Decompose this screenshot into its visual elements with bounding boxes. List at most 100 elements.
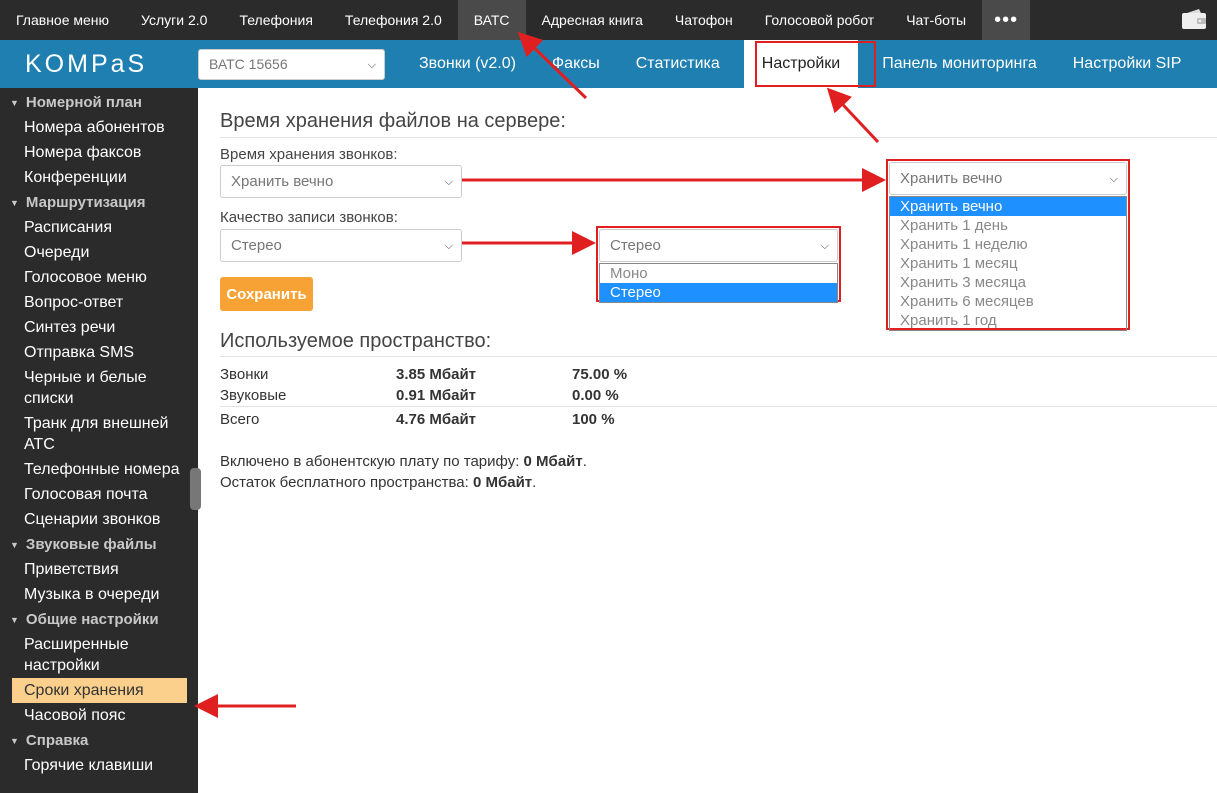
kompas-logo[interactable]: KOMPaS: [0, 40, 198, 88]
storage-option-forever[interactable]: Хранить вечно: [890, 197, 1126, 216]
sidebar-item-queues[interactable]: Очереди: [0, 240, 198, 265]
sidebar-section-sound-files[interactable]: ▼ Звуковые файлы: [0, 532, 198, 557]
quality-options-list: Моно Стерео: [599, 263, 838, 303]
storage-option-1-week[interactable]: Хранить 1 неделю: [890, 235, 1126, 254]
sidebar-section-numbering[interactable]: ▼ Номерной план: [0, 90, 198, 115]
sidebar-section-help[interactable]: ▼ Справка: [0, 728, 198, 753]
section-navigation-bar: KOMPaS ВАТС 15656 ⌵ Звонки (v2.0) Факсы …: [0, 40, 1217, 88]
sidebar: ▼ Номерной план Номера абонентов Номера ф…: [0, 88, 198, 793]
pbx-select-value: ВАТС 15656: [209, 56, 288, 72]
usage-percent: 100 %: [572, 411, 615, 428]
sidebar-item-fax-numbers[interactable]: Номера факсов: [0, 140, 198, 165]
remaining-value: 0 Мбайт: [472, 474, 533, 491]
topnav-main-menu[interactable]: Главное меню: [0, 0, 125, 40]
divider: [220, 137, 1217, 138]
divider: [220, 356, 1217, 357]
sidebar-item-timezone[interactable]: Часовой пояс: [0, 703, 198, 728]
chevron-down-icon: ⌵: [820, 240, 829, 252]
sidebar-section-label: Маршрутизация: [25, 194, 146, 211]
usage-size: 0.91 Мбайт: [396, 387, 477, 404]
topnav-address-book[interactable]: Адресная книга: [526, 0, 659, 40]
storage-options-list: Хранить вечно Хранить 1 день Хранить 1 н…: [889, 196, 1127, 331]
topnav-services[interactable]: Услуги 2.0: [125, 0, 223, 40]
storage-option-1-year[interactable]: Хранить 1 год: [890, 311, 1126, 330]
sidebar-item-schedules[interactable]: Расписания: [0, 215, 198, 240]
sidebar-item-question-answer[interactable]: Вопрос-ответ: [0, 290, 198, 315]
tab-calls[interactable]: Звонки (v2.0): [401, 40, 534, 88]
quality-option-stereo[interactable]: Стерео: [600, 283, 837, 302]
chevron-down-icon: ⌵: [367, 58, 376, 71]
topnav-chatbots[interactable]: Чат-боты: [890, 0, 982, 40]
quality-dropdown-head[interactable]: Стерео ⌵: [599, 229, 838, 262]
triangle-down-icon: ▼: [10, 614, 19, 625]
sidebar-item-advanced-settings[interactable]: Расширенные настройки: [0, 632, 198, 678]
storage-dropdown-head[interactable]: Хранить вечно ⌵: [889, 162, 1127, 195]
storage-option-3-months[interactable]: Хранить 3 месяца: [890, 273, 1126, 292]
topnav-voice-robot[interactable]: Голосовой робот: [749, 0, 890, 40]
sidebar-item-hotkeys[interactable]: Горячие клавиши: [0, 753, 198, 778]
storage-option-1-day[interactable]: Хранить 1 день: [890, 216, 1126, 235]
quality-label: Качество записи звонков:: [220, 209, 398, 226]
sidebar-item-retention-periods[interactable]: Сроки хранения: [12, 678, 187, 703]
usage-size: 3.85 Мбайт: [396, 366, 477, 383]
triangle-down-icon: ▼: [10, 539, 19, 550]
quality-dropdown-expanded[interactable]: Стерео ⌵ Моно Стерео: [596, 226, 841, 303]
chevron-down-icon: ⌵: [444, 176, 453, 188]
quality-option-mono[interactable]: Моно: [600, 264, 837, 283]
wallet-icon[interactable]: [1181, 8, 1207, 30]
sidebar-item-conferences[interactable]: Конференции: [0, 165, 198, 190]
chevron-down-icon: ⌵: [1109, 173, 1118, 185]
tab-monitoring-panel[interactable]: Панель мониторинга: [864, 40, 1055, 88]
pbx-select[interactable]: ВАТС 15656 ⌵: [198, 48, 385, 80]
topnav-vpbx[interactable]: ВАТС: [457, 0, 526, 40]
triangle-down-icon: ▼: [10, 97, 19, 108]
triangle-down-icon: ▼: [10, 735, 19, 746]
sidebar-item-voice-menu[interactable]: Голосовое меню: [0, 265, 198, 290]
quality-dropdown-value: Стерео: [610, 237, 661, 254]
sidebar-item-external-trunk[interactable]: Транк для внешней АТС: [0, 411, 198, 457]
sidebar-section-label: Справка: [25, 732, 89, 749]
storage-option-6-months[interactable]: Хранить 6 месяцев: [890, 292, 1126, 311]
sidebar-item-voicemail[interactable]: Голосовая почта: [0, 482, 198, 507]
sidebar-item-queue-music[interactable]: Музыка в очереди: [0, 582, 198, 607]
storage-dropdown-expanded[interactable]: Хранить вечно ⌵ Хранить вечно Хранить 1 …: [886, 159, 1130, 331]
sidebar-item-send-sms[interactable]: Отправка SMS: [0, 340, 198, 365]
tab-faxes[interactable]: Факсы: [534, 40, 618, 88]
included-value: 0 Мбайт: [523, 453, 583, 470]
tab-sip-settings[interactable]: Настройки SIP: [1055, 40, 1200, 88]
sidebar-item-black-white-lists[interactable]: Черные и белые списки: [0, 365, 198, 411]
storage-option-1-month[interactable]: Хранить 1 месяц: [890, 254, 1126, 273]
sidebar-item-speech-synthesis[interactable]: Синтез речи: [0, 315, 198, 340]
sidebar-section-routing[interactable]: ▼ Маршрутизация: [0, 190, 198, 215]
topnav-chatofon[interactable]: Чатофон: [659, 0, 749, 40]
usage-percent: 0.00 %: [572, 387, 619, 404]
usage-size: 4.76 Мбайт: [396, 411, 477, 428]
remaining-label: Остаток бесплатного пространства:: [220, 474, 469, 491]
top-navigation-bar: Главное меню Услуги 2.0 Телефония Телефо…: [0, 0, 1217, 40]
period: .: [582, 453, 587, 470]
storage-title: Время хранения файлов на сервере:: [220, 110, 566, 132]
period: .: [532, 474, 537, 491]
topnav-telephony-2[interactable]: Телефония 2.0: [329, 0, 458, 40]
usage-name: Всего: [220, 411, 260, 428]
sidebar-item-call-scenarios[interactable]: Сценарии звонков: [0, 507, 198, 532]
triangle-down-icon: ▼: [10, 197, 19, 208]
tab-statistics[interactable]: Статистика: [618, 40, 738, 88]
sidebar-item-subscriber-numbers[interactable]: Номера абонентов: [0, 115, 198, 140]
usage-name: Звонки: [220, 366, 269, 383]
included-space: Включено в абонентскую плату по тарифу: …: [220, 453, 587, 470]
remaining-space: Остаток бесплатного пространства: 0 Мбай…: [220, 474, 536, 491]
usage-title: Используемое пространство:: [220, 330, 492, 352]
more-menu-button[interactable]: •••: [982, 0, 1031, 40]
sidebar-item-phone-numbers[interactable]: Телефонные номера: [0, 457, 198, 482]
quality-select[interactable]: Стерео ⌵: [220, 229, 462, 262]
save-button[interactable]: Сохранить: [220, 277, 313, 311]
sidebar-section-label: Номерной план: [25, 94, 142, 111]
usage-percent: 75.00 %: [572, 366, 628, 383]
usage-name: Звуковые: [220, 387, 287, 404]
topnav-telephony[interactable]: Телефония: [223, 0, 328, 40]
calls-storage-select[interactable]: Хранить вечно ⌵: [220, 165, 462, 198]
settings-tab-highlight: [755, 41, 876, 87]
sidebar-section-general-settings[interactable]: ▼ Общие настройки: [0, 607, 198, 632]
sidebar-item-greetings[interactable]: Приветствия: [0, 557, 198, 582]
